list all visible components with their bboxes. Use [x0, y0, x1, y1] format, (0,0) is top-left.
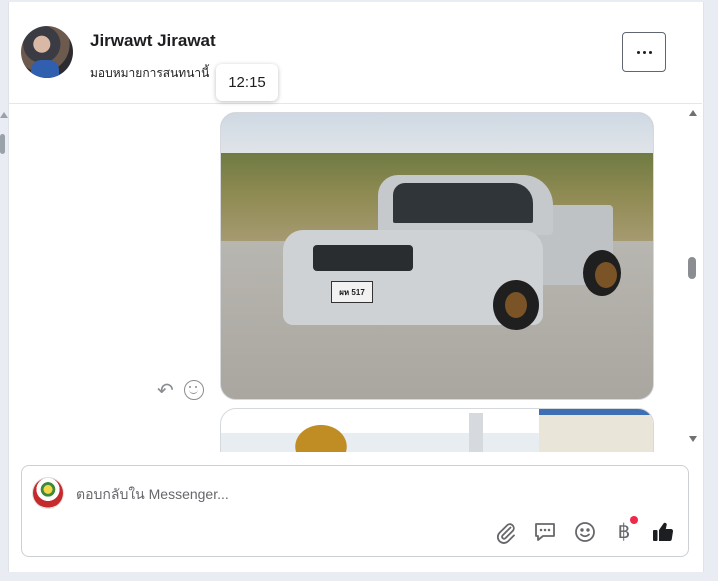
- scroll-thumb[interactable]: [688, 257, 696, 279]
- assign-conversation-link[interactable]: มอบหมายการสนทนานี้: [90, 64, 209, 83]
- conversation-header: Jirwawt Jirawat มอบหมายการสนทนานี้: [8, 2, 702, 104]
- license-plate: ผห 517: [331, 281, 373, 303]
- dot-icon: [636, 50, 640, 54]
- message-list: ผห 517 ↶: [8, 104, 686, 452]
- emoji-icon[interactable]: [573, 520, 597, 544]
- saved-reply-icon[interactable]: [533, 520, 557, 544]
- more-options-button[interactable]: [622, 32, 666, 72]
- left-scrollbar[interactable]: [0, 112, 8, 262]
- temple-photo[interactable]: [220, 408, 654, 452]
- dot-icon: [648, 50, 652, 54]
- contact-name[interactable]: Jirwawt Jirawat: [90, 31, 216, 51]
- reply-input[interactable]: [76, 484, 636, 504]
- scroll-down-icon[interactable]: [689, 436, 697, 442]
- attachment-icon[interactable]: [494, 520, 518, 544]
- reply-composer: ฿: [21, 465, 689, 557]
- scroll-up-icon[interactable]: [689, 110, 697, 116]
- notification-dot: [630, 516, 638, 524]
- scroll-thumb[interactable]: [0, 134, 5, 154]
- thumbs-up-icon[interactable]: [651, 520, 675, 544]
- dot-icon: [642, 50, 646, 54]
- pickup-truck-photo[interactable]: ผห 517: [220, 112, 654, 400]
- scroll-up-arrow-icon[interactable]: [0, 112, 8, 118]
- message-scrollbar[interactable]: [686, 110, 700, 450]
- timestamp-tooltip: 12:15: [216, 64, 278, 101]
- contact-avatar[interactable]: [21, 26, 73, 78]
- page-avatar: [32, 477, 64, 509]
- react-emoji-icon[interactable]: [184, 380, 204, 400]
- reply-icon[interactable]: ↶: [157, 381, 174, 401]
